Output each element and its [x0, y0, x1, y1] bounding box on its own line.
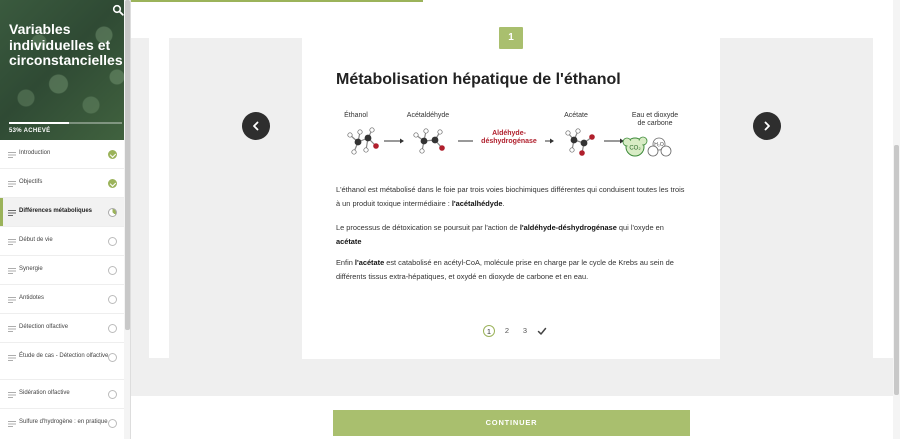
- sidebar-item-etude-de-cas[interactable]: Étude de cas - Détection olfactive: [0, 343, 130, 380]
- sidebar-item-debut-de-vie[interactable]: Début de vie: [0, 227, 130, 256]
- lesson-progress-bar: [131, 0, 423, 2]
- main-scrollbar-thumb[interactable]: [894, 145, 899, 395]
- diagram-graphics: CO₂ H₂O: [347, 127, 672, 157]
- ethanol-molecule-icon: [347, 127, 379, 155]
- sidebar-item-label: Début de vie: [19, 237, 53, 243]
- in-progress-icon: [108, 208, 117, 217]
- lesson-lines-icon: [8, 152, 16, 158]
- not-started-circle-icon: [108, 390, 117, 399]
- paragraph-2: Le processus de détoxication se poursuit…: [336, 223, 664, 246]
- sidebar-item-label: Détection olfactive: [19, 324, 69, 330]
- acetaldehyde-molecule-icon: [413, 128, 445, 154]
- previous-slide-peek: [149, 38, 169, 358]
- sidebar-item-sideration-olfactive[interactable]: Sidération olfactive: [0, 380, 130, 409]
- previous-slide-button[interactable]: [242, 112, 270, 140]
- not-started-circle-icon: [108, 266, 117, 275]
- sidebar-item-label: Introduction: [19, 150, 51, 156]
- sidebar-item-label: Sidération olfactive: [19, 390, 70, 396]
- chevron-right-icon: [764, 121, 770, 131]
- sidebar-item-objectifs[interactable]: Objectifs: [0, 169, 130, 198]
- co2-text: CO₂: [629, 146, 641, 152]
- not-started-circle-icon: [108, 419, 117, 428]
- lesson-lines-icon: [8, 355, 16, 361]
- not-started-circle-icon: [108, 353, 117, 362]
- main-content: Métabolisation hépatique de l'éthanol Ét…: [131, 0, 900, 439]
- pager-step-2[interactable]: 2: [501, 325, 513, 337]
- not-started-circle-icon: [108, 324, 117, 333]
- lesson-lines-icon: [8, 392, 16, 398]
- search-icon[interactable]: [112, 4, 124, 16]
- progress-bar: [9, 122, 122, 124]
- sidebar-item-differences-metaboliques[interactable]: Différences métaboliques: [0, 198, 130, 227]
- lesson-lines-icon: [8, 210, 16, 216]
- step-number-badge: 1: [499, 27, 523, 49]
- chevron-left-icon: [253, 121, 259, 131]
- paragraph-3: Enfin l'acétate est catabolisé en acétyl…: [336, 258, 674, 281]
- course-title: Variables individuelles et circonstancie…: [9, 21, 123, 68]
- sidebar-item-label: Étude de cas - Détection olfactive: [19, 353, 109, 359]
- sidebar-item-sulfure-hydrogene[interactable]: Sulfure d'hydrogène : en pratique: [0, 409, 130, 439]
- lesson-lines-icon: [8, 297, 16, 303]
- sidebar-item-label: Sulfure d'hydrogène : en pratique: [19, 419, 108, 425]
- sidebar-item-antidotes[interactable]: Antidotes: [0, 285, 130, 314]
- lesson-lines-icon: [8, 326, 16, 332]
- arrow-right-icon: [604, 138, 624, 144]
- sidebar-scrollbar-thumb[interactable]: [125, 0, 130, 330]
- sidebar-item-label: Synergie: [19, 266, 43, 272]
- main-scrollbar[interactable]: [893, 0, 900, 439]
- process-slide-card: Métabolisation hépatique de l'éthanol Ét…: [302, 38, 720, 359]
- next-slide-peek: [873, 38, 893, 358]
- lesson-lines-icon: [8, 268, 16, 274]
- pager-step-1[interactable]: 1: [483, 325, 495, 337]
- acetate-molecule-icon: [565, 128, 595, 156]
- continue-button[interactable]: CONTINUER: [333, 410, 690, 436]
- next-slide-button[interactable]: [753, 112, 781, 140]
- lesson-lines-icon: [8, 181, 16, 187]
- lesson-lines-icon: [8, 239, 16, 245]
- sidebar-item-label: Différences métaboliques: [19, 208, 93, 214]
- sidebar-item-label: Objectifs: [19, 179, 43, 185]
- not-started-circle-icon: [108, 295, 117, 304]
- sidebar-item-detection-olfactive[interactable]: Détection olfactive: [0, 314, 130, 343]
- progress-fill: [9, 122, 69, 124]
- h2o-text: H₂O: [654, 142, 664, 148]
- arrow-right-icon: [384, 138, 404, 144]
- progress-text: 53% ACHEVÉ: [9, 128, 51, 134]
- completed-check-icon: [108, 150, 117, 159]
- course-header: Variables individuelles et circonstancie…: [0, 0, 130, 140]
- paragraph-1: L'éthanol est métabolisé dans le foie pa…: [336, 185, 685, 208]
- lesson-lines-icon: [8, 421, 16, 427]
- slide-title: Métabolisation hépatique de l'éthanol: [336, 71, 621, 88]
- metabolism-diagram: Éthanol Acétaldéhyde Aldéhyde- déshydrog…: [336, 108, 688, 168]
- sidebar-item-synergie[interactable]: Synergie: [0, 256, 130, 285]
- enzyme-arrow-icon: [458, 138, 554, 144]
- sidebar-item-label: Antidotes: [19, 295, 45, 301]
- co2-bubble-icon: CO₂: [622, 136, 648, 157]
- not-started-circle-icon: [108, 237, 117, 246]
- lesson-list: Introduction Objectifs Différences métab…: [0, 140, 130, 439]
- course-progress: 53% ACHEVÉ: [9, 122, 122, 134]
- sidebar-item-introduction[interactable]: Introduction: [0, 140, 130, 169]
- pager-step-3[interactable]: 3: [519, 325, 531, 337]
- h2o-bubble-icon: H₂O: [647, 137, 672, 157]
- slide-pager: 1 2 3: [483, 325, 547, 337]
- sidebar-scrollbar[interactable]: [124, 0, 130, 439]
- pager-summary-check-icon[interactable]: [537, 326, 547, 336]
- completed-check-icon: [108, 179, 117, 188]
- sidebar: Variables individuelles et circonstancie…: [0, 0, 131, 439]
